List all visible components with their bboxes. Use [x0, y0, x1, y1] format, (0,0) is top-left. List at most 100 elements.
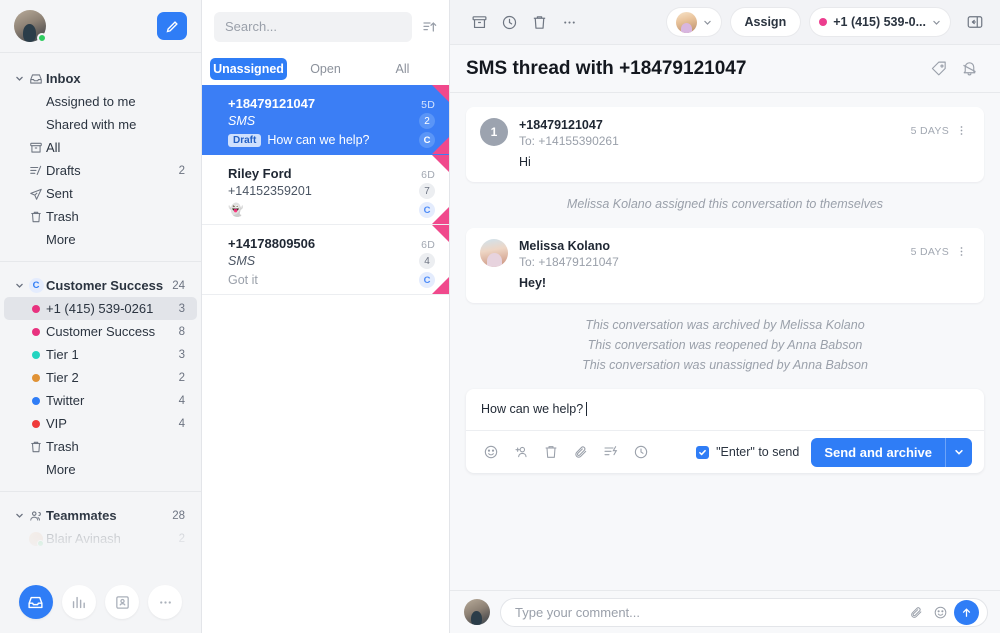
enter-to-send-checkbox[interactable]: [696, 446, 709, 459]
enter-to-send-toggle[interactable]: "Enter" to send: [696, 445, 799, 459]
sidebar-item-more[interactable]: More: [4, 228, 197, 251]
sidebar-item-blair-avinash[interactable]: Blair Avinash 2: [4, 527, 197, 550]
inbox-selector-chip[interactable]: +1 (415) 539-0...: [810, 8, 950, 36]
tag-dot-icon: [26, 328, 46, 336]
sidebar-bottom-nav: [0, 571, 201, 633]
assignee-avatar: [676, 12, 697, 33]
tab-all[interactable]: All: [364, 58, 441, 80]
sidebar-item-cs-trash[interactable]: Trash: [4, 435, 197, 458]
trash-icon: [531, 14, 548, 31]
sidebar-item-trash[interactable]: Trash: [4, 205, 197, 228]
assign-button[interactable]: Assign: [731, 8, 801, 36]
sidebar-section-header-inbox[interactable]: Inbox: [4, 67, 197, 90]
delete-button[interactable]: [524, 7, 554, 37]
message-options-button[interactable]: [953, 124, 970, 137]
inbox-nav-button[interactable]: [19, 585, 53, 619]
conversation-list-item[interactable]: +14178809506 6D SMS 4 Got it C: [202, 225, 449, 295]
comment-attachment-button[interactable]: [904, 600, 928, 624]
send-options-button[interactable]: [946, 447, 972, 457]
comment-emoji-button[interactable]: [928, 600, 952, 624]
sidebar-section-header-customer-success[interactable]: C Customer Success 24: [4, 274, 197, 297]
snooze-button[interactable]: [494, 7, 524, 37]
sidebar-item-label: Inbox: [46, 71, 179, 86]
sort-ascending-icon: [422, 19, 438, 35]
message-to-label: To:: [519, 134, 535, 148]
sidebar-item-count: 2: [173, 165, 185, 177]
sidebar-item-count: 24: [166, 280, 185, 292]
tab-unassigned[interactable]: Unassigned: [210, 58, 287, 80]
add-tag-button[interactable]: [924, 54, 954, 84]
sidebar-item-label: +1 (415) 539-0261: [46, 301, 173, 316]
sidebar-item-sent[interactable]: Sent: [4, 182, 197, 205]
add-person-button[interactable]: [508, 439, 534, 465]
conversation-preview-wrap: Got it: [228, 273, 419, 287]
tag-icon: [931, 60, 948, 77]
chevron-down-icon[interactable]: [12, 511, 26, 520]
compose-button[interactable]: [157, 12, 187, 40]
sidebar-item-label: Drafts: [46, 163, 173, 178]
analytics-nav-button[interactable]: [62, 585, 96, 619]
tag-dot-icon: [26, 305, 46, 313]
arrow-up-icon: [960, 606, 973, 619]
internal-comment-bar: [450, 590, 1000, 633]
comment-send-button[interactable]: [954, 600, 979, 625]
clock-icon: [501, 14, 518, 31]
sidebar-item-count: 28: [166, 510, 185, 522]
assignee-chip[interactable]: [667, 8, 721, 36]
message-options-button[interactable]: [953, 245, 970, 258]
inbox-icon: [27, 594, 44, 611]
search-input[interactable]: [214, 12, 412, 42]
people-icon: [26, 509, 46, 523]
sidebar-divider: [0, 261, 201, 262]
chevron-down-icon[interactable]: [12, 74, 26, 83]
panel-toggle-button[interactable]: [960, 7, 990, 37]
canned-response-button[interactable]: [598, 439, 624, 465]
bar-chart-icon: [70, 594, 87, 611]
sidebar-item-tier-2[interactable]: Tier 2 2: [4, 366, 197, 389]
send-and-archive-button[interactable]: Send and archive: [811, 438, 972, 467]
sidebar: Inbox Assigned to me Shared with me: [0, 0, 202, 633]
more-nav-button[interactable]: [148, 585, 182, 619]
emoji-button[interactable]: [478, 439, 504, 465]
sidebar-item-count: 4: [173, 395, 185, 407]
sidebar-item-vip[interactable]: VIP 4: [4, 412, 197, 435]
contacts-nav-button[interactable]: [105, 585, 139, 619]
sidebar-item-shared-with-me[interactable]: Shared with me: [4, 113, 197, 136]
tag-dot-icon: [26, 420, 46, 428]
composer-editor[interactable]: How can we help?: [466, 389, 984, 431]
sidebar-item-cs-more[interactable]: More: [4, 458, 197, 481]
sidebar-item-assigned-to-me[interactable]: Assigned to me: [4, 90, 197, 113]
sidebar-item-tier-1[interactable]: Tier 1 3: [4, 343, 197, 366]
conversation-list-item[interactable]: Riley Ford 6D +14152359201 7 👻 C: [202, 155, 449, 225]
comment-input[interactable]: [515, 605, 904, 620]
sidebar-item-all[interactable]: All: [4, 136, 197, 159]
sidebar-item-phone-415-539-0261[interactable]: +1 (415) 539-0261 3: [4, 297, 197, 320]
conversation-list-item[interactable]: +18479121047 5D SMS 2 Draft How can we h…: [202, 85, 449, 155]
attachment-button[interactable]: [568, 439, 594, 465]
sidebar-section-header-teammates[interactable]: Teammates 28: [4, 504, 197, 527]
send-icon: [26, 187, 46, 201]
message-to-label: To:: [519, 255, 535, 269]
sidebar-item-label: Tier 2: [46, 370, 173, 385]
more-actions-button[interactable]: [554, 7, 584, 37]
sort-button[interactable]: [420, 16, 439, 38]
chevron-down-icon[interactable]: [12, 281, 26, 290]
tag-dot-icon: [26, 397, 46, 405]
schedule-send-button[interactable]: [628, 439, 654, 465]
message-sender: +18479121047: [519, 118, 911, 132]
mute-button[interactable]: [954, 54, 984, 84]
tab-open[interactable]: Open: [287, 58, 364, 80]
tag-dot-icon: [26, 351, 46, 359]
sidebar-item-drafts[interactable]: Drafts 2: [4, 159, 197, 182]
archive-button[interactable]: [464, 7, 494, 37]
user-avatar[interactable]: [14, 10, 46, 42]
composer-toolbar: "Enter" to send Send and archive: [466, 431, 984, 473]
sidebar-item-label: Teammates: [46, 508, 166, 523]
inbox-color-dot-icon: [819, 18, 827, 26]
discard-draft-button[interactable]: [538, 439, 564, 465]
app-root: Inbox Assigned to me Shared with me: [0, 0, 1000, 633]
bell-muted-icon: [961, 60, 978, 77]
sidebar-item-twitter[interactable]: Twitter 4: [4, 389, 197, 412]
sidebar-item-customer-success-tag[interactable]: Customer Success 8: [4, 320, 197, 343]
conversation-time: 6D: [421, 169, 435, 181]
